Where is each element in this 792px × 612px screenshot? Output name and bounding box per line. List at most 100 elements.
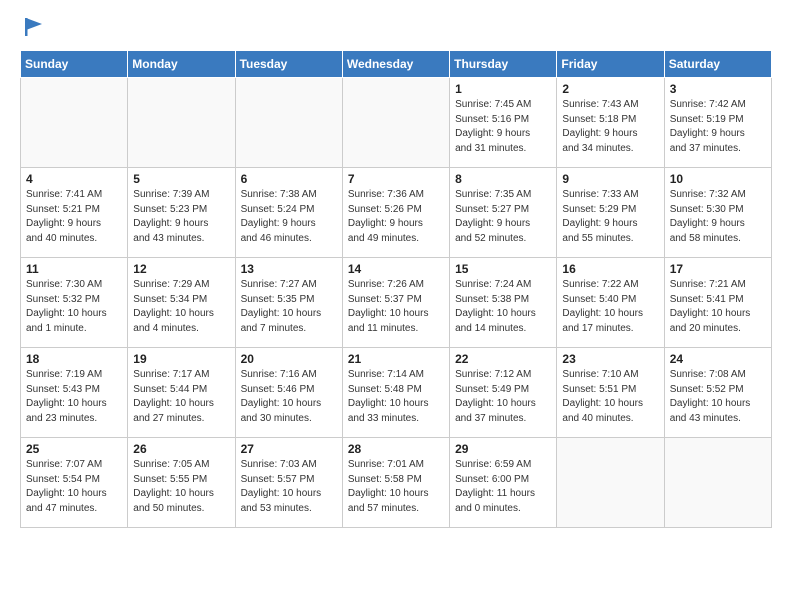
day-info: Sunrise: 7:29 AMSunset: 5:34 PMDaylight:… [133,278,229,336]
day-info: Sunrise: 7:14 AMSunset: 5:48 PMDaylight:… [348,368,444,426]
calendar-cell: 27Sunrise: 7:03 AMSunset: 5:57 PMDayligh… [235,438,342,528]
calendar-cell [128,78,235,168]
weekday-header-thursday: Thursday [450,51,557,78]
day-number: 5 [133,172,229,186]
day-info: Sunrise: 7:43 AMSunset: 5:18 PMDaylight:… [562,98,658,156]
calendar-cell [342,78,449,168]
calendar-cell: 25 Sunrise: 7:07 AMSunset: 5:54 PMDayligh… [21,438,128,528]
day-number: 23 [562,352,658,366]
day-info: Sunrise: 7:07 AMSunset: 5:54 PMDaylight:… [26,458,122,516]
week-row-3: 11 Sunrise: 7:30 AMSunset: 5:32 PMDayligh… [21,258,772,348]
calendar-cell: 20 Sunrise: 7:16 AMSunset: 5:46 PMDayligh… [235,348,342,438]
day-number: 8 [455,172,551,186]
calendar-cell: 14Sunrise: 7:26 AMSunset: 5:37 PMDayligh… [342,258,449,348]
calendar-cell [235,78,342,168]
calendar-cell [557,438,664,528]
calendar-cell: 17 Sunrise: 7:21 AMSunset: 5:41 PMDayligh… [664,258,771,348]
day-number: 12 [133,262,229,276]
day-number: 7 [348,172,444,186]
day-number: 29 [455,442,551,456]
day-number: 15 [455,262,551,276]
day-info: Sunrise: 7:35 AMSunset: 5:27 PMDaylight:… [455,188,551,246]
day-number: 27 [241,442,337,456]
day-number: 17 [670,262,766,276]
day-info: Sunrise: 7:19 AMSunset: 5:43 PMDaylight:… [26,368,122,426]
day-info: Sunrise: 6:59 AMSunset: 6:00 PMDaylight:… [455,458,551,516]
calendar-cell [21,78,128,168]
calendar-table: SundayMondayTuesdayWednesdayThursdayFrid… [20,50,772,528]
calendar-cell: 19 Sunrise: 7:17 AMSunset: 5:44 PMDayligh… [128,348,235,438]
day-number: 3 [670,82,766,96]
day-info: Sunrise: 7:05 AMSunset: 5:55 PMDaylight:… [133,458,229,516]
day-info: Sunrise: 7:17 AMSunset: 5:44 PMDaylight:… [133,368,229,426]
day-info: Sunrise: 7:33 AMSunset: 5:29 PMDaylight:… [562,188,658,246]
calendar-cell: 24Sunrise: 7:08 AMSunset: 5:52 PMDayligh… [664,348,771,438]
day-info: Sunrise: 7:27 AMSunset: 5:35 PMDaylight:… [241,278,337,336]
day-info: Sunrise: 7:30 AMSunset: 5:32 PMDaylight:… [26,278,122,336]
day-info: Sunrise: 7:45 AMSunset: 5:16 PMDaylight:… [455,98,551,156]
header [20,16,772,38]
day-info: Sunrise: 7:10 AMSunset: 5:51 PMDaylight:… [562,368,658,426]
calendar-cell: 4 Sunrise: 7:41 AMSunset: 5:21 PMDaylight… [21,168,128,258]
calendar-cell: 5 Sunrise: 7:39 AMSunset: 5:23 PMDaylight… [128,168,235,258]
day-number: 28 [348,442,444,456]
weekday-header-saturday: Saturday [664,51,771,78]
calendar-body: 1 Sunrise: 7:45 AMSunset: 5:16 PMDaylight… [21,78,772,528]
calendar-cell: 10Sunrise: 7:32 AMSunset: 5:30 PMDayligh… [664,168,771,258]
day-info: Sunrise: 7:08 AMSunset: 5:52 PMDaylight:… [670,368,766,426]
day-number: 4 [26,172,122,186]
day-number: 16 [562,262,658,276]
week-row-4: 18 Sunrise: 7:19 AMSunset: 5:43 PMDayligh… [21,348,772,438]
day-number: 6 [241,172,337,186]
day-number: 18 [26,352,122,366]
day-number: 22 [455,352,551,366]
day-number: 2 [562,82,658,96]
calendar-cell: 3 Sunrise: 7:42 AMSunset: 5:19 PMDaylight… [664,78,771,168]
weekday-header-friday: Friday [557,51,664,78]
day-number: 25 [26,442,122,456]
calendar-cell: 8 Sunrise: 7:35 AMSunset: 5:27 PMDaylight… [450,168,557,258]
day-info: Sunrise: 7:42 AMSunset: 5:19 PMDaylight:… [670,98,766,156]
day-info: Sunrise: 7:16 AMSunset: 5:46 PMDaylight:… [241,368,337,426]
day-info: Sunrise: 7:22 AMSunset: 5:40 PMDaylight:… [562,278,658,336]
weekday-header-monday: Monday [128,51,235,78]
day-info: Sunrise: 7:39 AMSunset: 5:23 PMDaylight:… [133,188,229,246]
day-info: Sunrise: 7:41 AMSunset: 5:21 PMDaylight:… [26,188,122,246]
calendar-cell: 21 Sunrise: 7:14 AMSunset: 5:48 PMDayligh… [342,348,449,438]
calendar-cell: 6 Sunrise: 7:38 AMSunset: 5:24 PMDaylight… [235,168,342,258]
day-number: 19 [133,352,229,366]
week-row-5: 25 Sunrise: 7:07 AMSunset: 5:54 PMDayligh… [21,438,772,528]
weekday-header-wednesday: Wednesday [342,51,449,78]
week-row-2: 4 Sunrise: 7:41 AMSunset: 5:21 PMDaylight… [21,168,772,258]
weekday-header-tuesday: Tuesday [235,51,342,78]
day-number: 11 [26,262,122,276]
calendar-cell [664,438,771,528]
calendar-cell: 11 Sunrise: 7:30 AMSunset: 5:32 PMDayligh… [21,258,128,348]
calendar-cell: 2 Sunrise: 7:43 AMSunset: 5:18 PMDaylight… [557,78,664,168]
day-number: 13 [241,262,337,276]
day-info: Sunrise: 7:12 AMSunset: 5:49 PMDaylight:… [455,368,551,426]
day-info: Sunrise: 7:21 AMSunset: 5:41 PMDaylight:… [670,278,766,336]
day-number: 9 [562,172,658,186]
day-info: Sunrise: 7:38 AMSunset: 5:24 PMDaylight:… [241,188,337,246]
day-info: Sunrise: 7:24 AMSunset: 5:38 PMDaylight:… [455,278,551,336]
weekday-header-row: SundayMondayTuesdayWednesdayThursdayFrid… [21,51,772,78]
week-row-1: 1 Sunrise: 7:45 AMSunset: 5:16 PMDaylight… [21,78,772,168]
day-number: 1 [455,82,551,96]
calendar-cell: 12 Sunrise: 7:29 AMSunset: 5:34 PMDayligh… [128,258,235,348]
weekday-header-sunday: Sunday [21,51,128,78]
calendar-cell: 9 Sunrise: 7:33 AMSunset: 5:29 PMDaylight… [557,168,664,258]
calendar-cell: 13 Sunrise: 7:27 AMSunset: 5:35 PMDayligh… [235,258,342,348]
day-number: 21 [348,352,444,366]
calendar-cell: 18 Sunrise: 7:19 AMSunset: 5:43 PMDayligh… [21,348,128,438]
day-number: 20 [241,352,337,366]
logo-flag-icon [22,16,44,38]
logo [20,16,44,38]
calendar-cell: 7Sunrise: 7:36 AMSunset: 5:26 PMDaylight… [342,168,449,258]
calendar-cell: 23 Sunrise: 7:10 AMSunset: 5:51 PMDayligh… [557,348,664,438]
calendar-cell: 22 Sunrise: 7:12 AMSunset: 5:49 PMDayligh… [450,348,557,438]
calendar-cell: 28Sunrise: 7:01 AMSunset: 5:58 PMDayligh… [342,438,449,528]
calendar-cell: 15 Sunrise: 7:24 AMSunset: 5:38 PMDayligh… [450,258,557,348]
calendar-page: SundayMondayTuesdayWednesdayThursdayFrid… [0,0,792,544]
calendar-cell: 29 Sunrise: 6:59 AMSunset: 6:00 PMDayligh… [450,438,557,528]
